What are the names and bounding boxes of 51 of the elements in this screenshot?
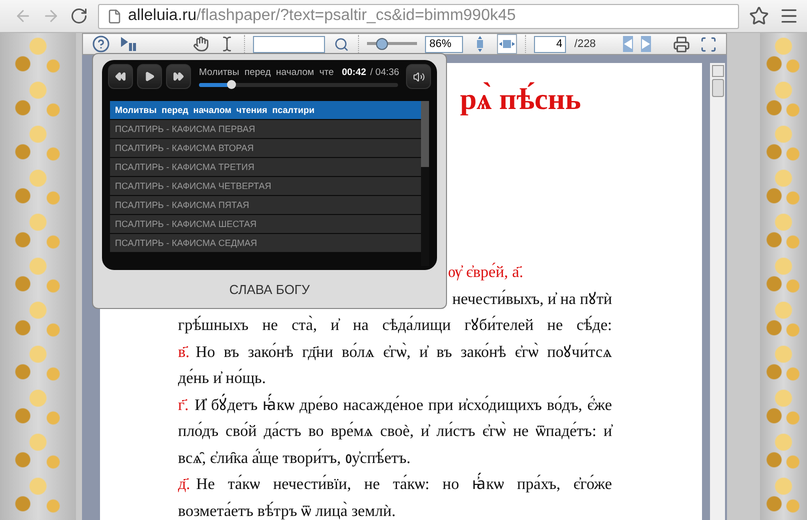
verse-text: пло́дъ сво́й да́стъ во вре́мѧ своѐ, и҆ ли́стъ є҆гѡ̀ не ѿпаде́тъ: и҆ [178,420,612,442]
hand-tool-button[interactable] [192,35,210,53]
verse-text: де́нь и҆ но́щь. [178,368,267,390]
caption-text: СЛАВА БОГУ [229,282,310,297]
progress-bar[interactable] [199,82,398,86]
verse-text: грѣ́шныхъ не ста̀, и҆ на сѣда́лищи гꙋби́телей не сѣ́де: [178,314,612,336]
scroll-thumb[interactable] [712,79,724,97]
track-title: Молитвы перед началом чте [199,66,334,78]
play-icon [144,71,155,82]
speaker-icon [412,70,424,82]
search-field[interactable] [253,36,326,52]
rewind-icon [115,71,126,82]
elapsed-time: 00:42 [342,66,366,78]
search-button[interactable] [333,36,350,52]
address-bar[interactable]: alleluia.ru/flashpaper/?text=psaltir_cs&id=bimm990k45 [98,4,739,28]
playlist-item[interactable]: ПСАЛТИРЬ - КАФИСМА ШЕСТАЯ [110,215,421,233]
page-total: /228 [574,38,596,50]
verse-text: Не та́кѡ нечести́вїи, не та́кѡ: но ꙗ҆́кѡ пра́хъ, є҆го́же [196,473,612,498]
page-icon [107,8,122,24]
verse-text: всѧ̑, є҆ли̑ка а҆́ще твори́тъ, ᲂу҆спѣ́етъ. [178,448,412,469]
playlist-item[interactable]: ПСАЛТИРЬ - КАФИСМА ТРЕТИЯ [110,158,421,176]
playlist-item[interactable]: Молитвы перед началом чтения псалтири [110,101,421,119]
verse-number: в҃. [178,344,190,361]
print-button[interactable] [672,34,692,54]
verse-text: Но въ зако́нѣ гд҃ни во́лѧ є҆гѡ̀, и҆ въ зако́нѣ є҆гѡ̀ поꙋчи́тсѧ [196,342,612,363]
playlist-item[interactable]: ПСАЛТИРЬ - КАФИСМА СЕДМАЯ [110,234,421,252]
help-button[interactable] [91,34,111,54]
reload-button[interactable] [70,7,88,25]
playlist-item[interactable]: ПСАЛТИРЬ - КАФИСМА ВТОРАЯ [110,139,421,157]
psalm-heading: рѧ̀ пѣ́снь [460,83,581,117]
play-pause-button[interactable] [119,35,139,53]
psalm-subtitle: ѹ҆ є҆вре́й, а҃. [448,265,524,282]
track-duration: / 04:36 [370,66,400,78]
fullscreen-button[interactable] [699,34,718,54]
fast-forward-button[interactable] [166,64,191,89]
verse-text: И҆ бꙋ́детъ ꙗ҆́кѡ дре́во насажде́ное при и҆схо́дищихъ во́дъ, є҆́же [194,394,612,418]
verse-text: нечести́выхъ, и҆ на пꙋтѝ [452,288,612,310]
playlist-item[interactable]: ПСАЛТИРЬ - КАФИСМА ПЯТАЯ [110,196,421,214]
verse-number: г҃. [178,398,189,414]
verse-text: возмета́етъ вѣ́тръ ѿ лица̀ землѝ. [178,500,397,520]
fast-forward-icon [173,71,184,82]
rewind-button[interactable] [108,64,133,89]
playlist-item[interactable]: ПСАЛТИРЬ - КАФИСМА ПЕРВАЯ [110,120,421,138]
page-number-field[interactable]: 4 [534,36,566,52]
playlist-item[interactable]: ПСАЛТИРЬ - КАФИСМА ЧЕТВЕРТАЯ [110,177,421,195]
bookmark-star-button[interactable] [749,6,769,26]
play-button[interactable] [137,64,162,89]
verse-number: д҃. [178,477,190,494]
fit-mode-button[interactable] [497,34,518,54]
zoom-field[interactable]: 86% [425,36,464,52]
volume-button[interactable] [406,64,431,89]
